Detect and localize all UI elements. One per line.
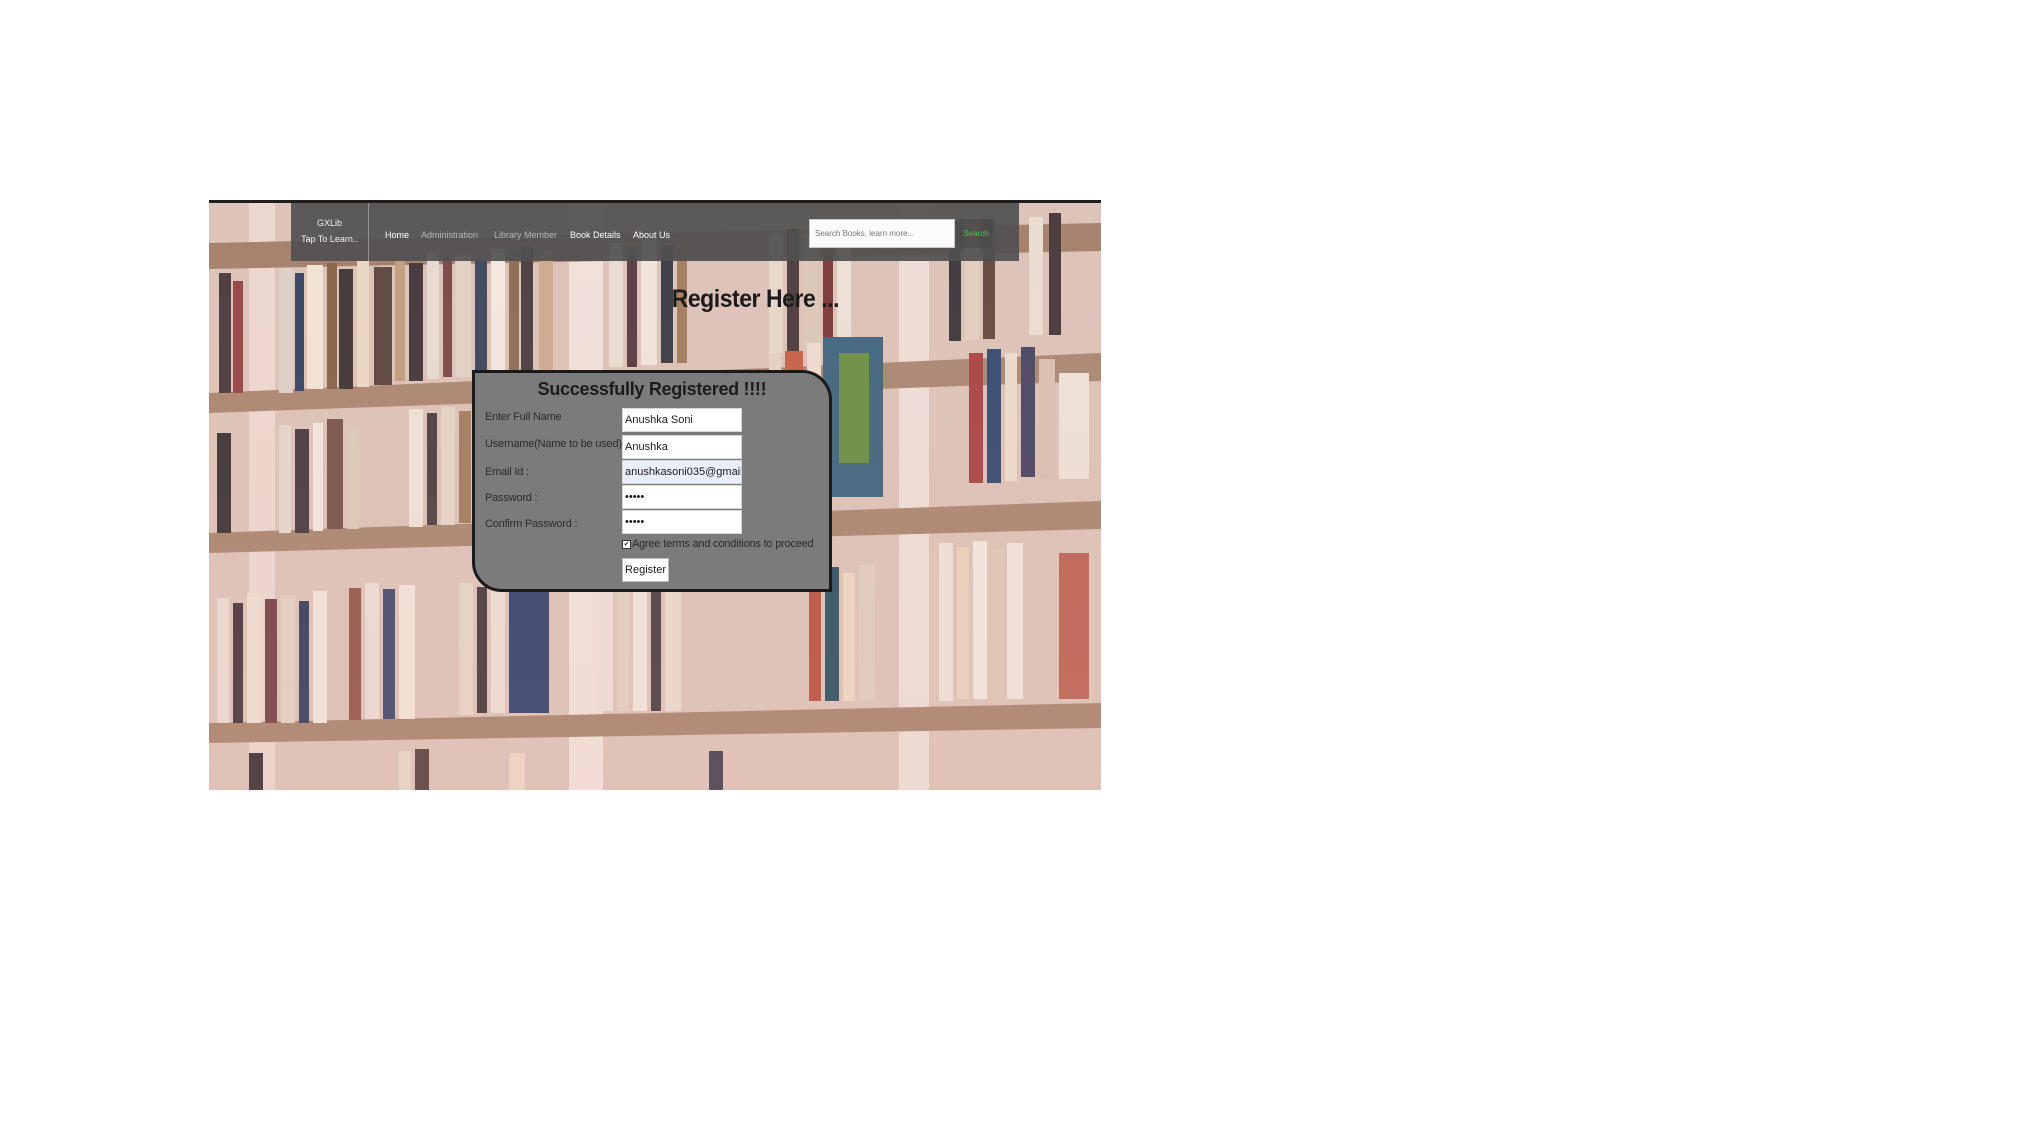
brand-logo[interactable]: GXLib Tap To Learn..	[291, 203, 369, 261]
registration-form: Successfully Registered !!!! Enter Full …	[472, 370, 832, 592]
nav-link-home[interactable]: Home	[385, 230, 409, 240]
password-input[interactable]: •••••	[622, 485, 742, 509]
brand-tagline: Tap To Learn..	[301, 234, 358, 244]
email-label: Email Id :	[485, 466, 529, 478]
full-name-input[interactable]: Anushka Soni	[622, 408, 742, 432]
nav-link-book-details[interactable]: Book Details	[570, 230, 621, 240]
username-label: Username(Name to be used)	[485, 438, 622, 450]
search-button[interactable]: Search	[960, 219, 992, 248]
email-input[interactable]: anushkasoni035@gmail.com	[622, 460, 742, 484]
nav-link-administration[interactable]: Administration	[421, 230, 478, 240]
status-message: Successfully Registered !!!!	[537, 379, 767, 399]
agree-terms-checkbox[interactable]: ✔	[622, 540, 631, 549]
top-navbar: GXLib Tap To Learn.. Home Administration…	[291, 203, 1019, 261]
full-name-label: Enter Full Name	[485, 411, 562, 423]
username-input[interactable]: Anushka	[622, 435, 742, 459]
register-button[interactable]: Register	[622, 558, 669, 582]
agree-terms-label: Agree terms and conditions to proceed	[632, 538, 814, 550]
search-input[interactable]	[809, 219, 955, 248]
password-label: Password :	[485, 492, 538, 504]
confirm-password-label: Confirm Password :	[485, 518, 578, 530]
brand-name: GXLib	[316, 218, 342, 228]
nav-link-about-us[interactable]: About Us	[633, 230, 670, 240]
nav-link-library-member[interactable]: Library Member	[494, 230, 557, 240]
agree-terms-row: ✔ Agree terms and conditions to proceed	[622, 538, 814, 550]
page-title: Register Here ...	[671, 285, 840, 313]
app-screenshot: GXLib Tap To Learn.. Home Administration…	[209, 200, 1101, 790]
confirm-password-input[interactable]: •••••	[622, 510, 742, 534]
